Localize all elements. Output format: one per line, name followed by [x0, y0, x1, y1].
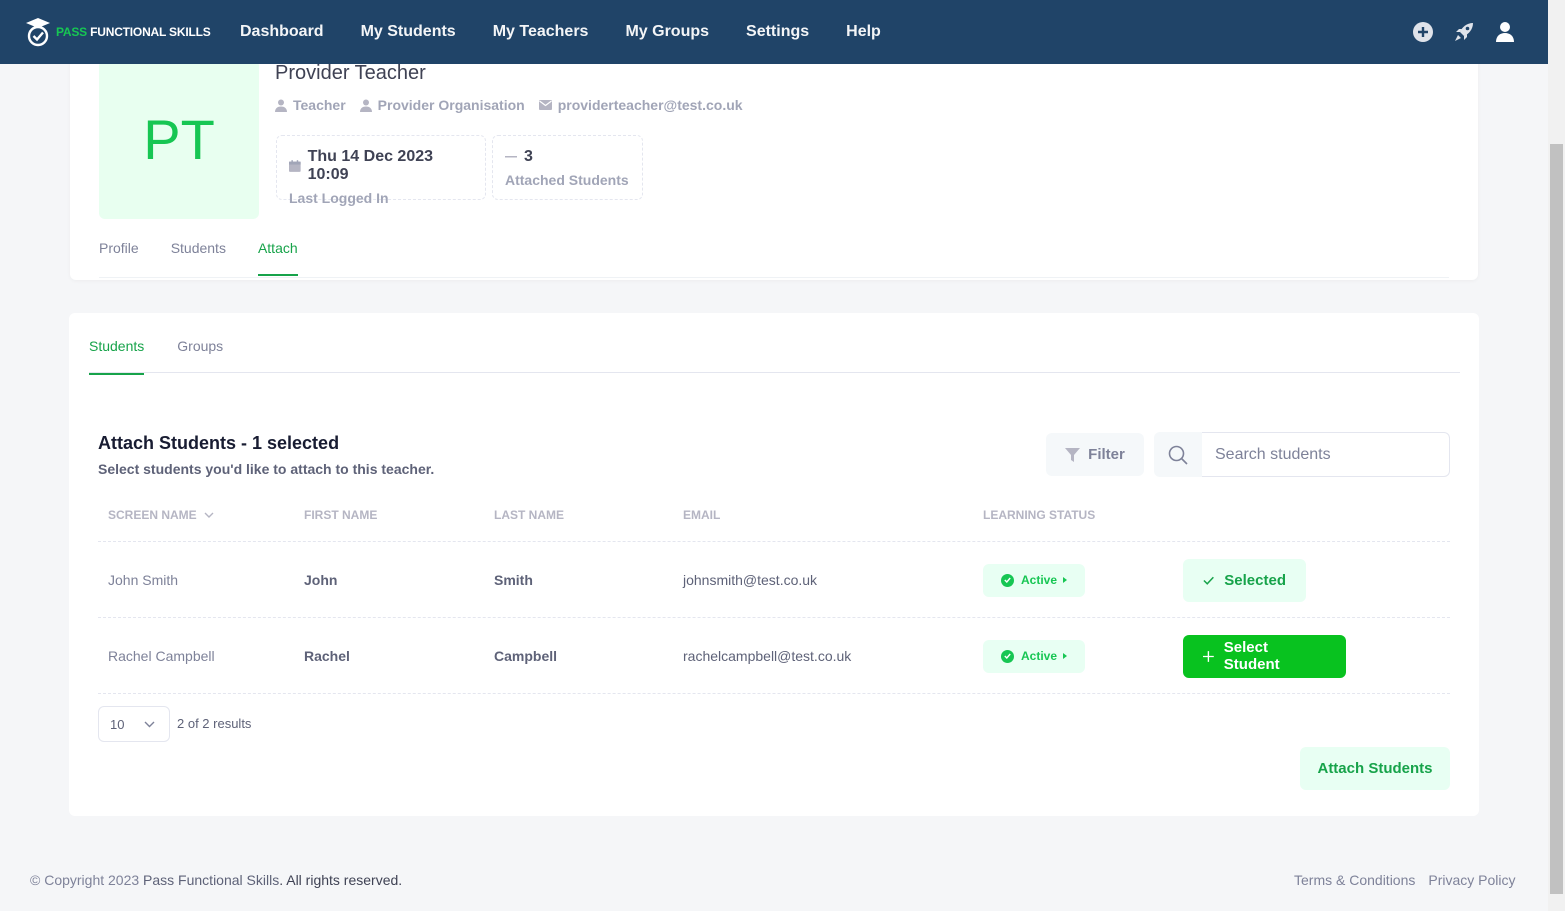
- check-circle-icon: [1000, 573, 1014, 587]
- search-input[interactable]: [1202, 432, 1450, 477]
- nav-my-teachers[interactable]: My Teachers: [493, 23, 589, 41]
- col-last-name: Last Name: [494, 508, 564, 522]
- user-small-icon: [275, 99, 287, 112]
- caret-right-icon: [1063, 653, 1068, 659]
- profile-email[interactable]: providerteacher@test.co.uk: [538, 97, 743, 113]
- brand-logo[interactable]: PASS FUNCTIONAL SKILLS: [24, 16, 224, 48]
- dash-icon: [505, 156, 517, 158]
- cell-first-name: Rachel: [304, 648, 350, 664]
- cell-learning-status: Active: [983, 542, 1085, 618]
- attach-students-button[interactable]: Attach Students: [1300, 747, 1450, 790]
- avatar: PT: [99, 60, 259, 219]
- page-scrollbar[interactable]: [1548, 0, 1565, 911]
- footer-brand-link[interactable]: Pass Functional Skills: [143, 872, 279, 888]
- status-badge[interactable]: Active: [983, 639, 1085, 673]
- check-icon: [1203, 576, 1214, 585]
- results-count: 2 of 2 results: [177, 716, 252, 731]
- status-badge[interactable]: Active: [983, 563, 1085, 597]
- subtab-students[interactable]: Students: [89, 338, 145, 375]
- terms-link[interactable]: Terms & Conditions: [1294, 872, 1415, 888]
- subtabs-divider: [89, 372, 1460, 373]
- check-circle-icon: [1000, 649, 1014, 663]
- cell-email: rachelcampbell@test.co.uk: [683, 648, 852, 664]
- caret-right-icon: [1063, 577, 1068, 583]
- nav-dashboard[interactable]: Dashboard: [240, 23, 324, 41]
- tab-students[interactable]: Students: [171, 240, 226, 276]
- cell-last-name: Campbell: [494, 648, 558, 664]
- envelope-icon: [538, 100, 552, 110]
- attached-students-stat: 3 Attached Students: [492, 135, 643, 200]
- brand-text: PASS FUNCTIONAL SKILLS: [56, 25, 211, 39]
- section-title: Attach Students - 1 selected: [98, 433, 340, 453]
- table-row: Rachel Campbell Rachel Campbell rachelca…: [98, 618, 1450, 694]
- search-box: [1154, 432, 1450, 477]
- table-row: John Smith John Smith johnsmith@test.co.…: [98, 542, 1450, 618]
- scrollbar-thumb[interactable]: [1550, 144, 1563, 894]
- funnel-icon: [1065, 447, 1081, 462]
- section-subtitle: Select students you'd like to attach to …: [98, 461, 435, 477]
- profile-card: PT Provider Teacher Teacher Provider Org…: [70, 40, 1478, 280]
- profile-role: Teacher: [275, 97, 346, 113]
- nav-my-groups[interactable]: My Groups: [625, 23, 709, 41]
- page-size-select[interactable]: 10: [98, 706, 170, 742]
- last-logged-in-stat: Thu 14 Dec 2023 10:09 Last Logged In: [276, 135, 486, 206]
- nav-settings[interactable]: Settings: [746, 23, 809, 41]
- cell-last-name: Smith: [494, 572, 533, 588]
- cell-action: Selected: [1183, 542, 1306, 618]
- profile-name: Provider Teacher: [275, 62, 426, 84]
- col-email: Email: [683, 508, 721, 522]
- select-student-button[interactable]: Select Student: [1183, 634, 1346, 678]
- chevron-down-icon: [144, 721, 155, 728]
- cell-first-name: John: [304, 572, 338, 588]
- chevron-down-icon: [204, 512, 214, 518]
- col-screen-name[interactable]: Screen Name: [108, 508, 214, 522]
- selected-button[interactable]: Selected: [1183, 558, 1306, 602]
- privacy-link[interactable]: Privacy Policy: [1428, 872, 1515, 888]
- user-icon[interactable]: [1494, 21, 1516, 43]
- plus-circle-icon[interactable]: [1412, 21, 1434, 43]
- profile-organisation: Provider Organisation: [359, 97, 525, 113]
- graduation-check-icon: [26, 18, 50, 47]
- plus-icon: [1203, 650, 1214, 662]
- user-small-icon: [359, 99, 372, 112]
- tab-profile[interactable]: Profile: [99, 240, 139, 276]
- cell-screen-name: Rachel Campbell: [108, 648, 215, 664]
- top-navbar: PASS FUNCTIONAL SKILLS Dashboard My Stud…: [0, 0, 1548, 64]
- col-first-name: First Name: [304, 508, 378, 522]
- cell-email: johnsmith@test.co.uk: [683, 572, 818, 588]
- tabs-divider: [99, 277, 1449, 278]
- search-icon[interactable]: [1154, 432, 1202, 477]
- filter-button[interactable]: Filter: [1046, 433, 1144, 476]
- nav-help[interactable]: Help: [846, 23, 881, 41]
- cell-screen-name: John Smith: [108, 572, 179, 588]
- nav-my-students[interactable]: My Students: [361, 23, 456, 41]
- calendar-icon: [289, 160, 301, 172]
- footer-copyright: © Copyright 2023 Pass Functional Skills.…: [30, 872, 403, 888]
- cell-action: Select Student: [1183, 618, 1346, 694]
- attach-card: Students Groups Attach Students - 1 sele…: [69, 313, 1479, 816]
- col-learning-status: Learning Status: [983, 508, 1096, 522]
- rocket-icon[interactable]: [1453, 21, 1475, 43]
- cell-learning-status: Active: [983, 618, 1085, 694]
- tab-attach[interactable]: Attach: [257, 240, 298, 276]
- subtab-groups[interactable]: Groups: [177, 338, 223, 375]
- table-header: Screen Name First Name Last Name Email L…: [98, 508, 1450, 542]
